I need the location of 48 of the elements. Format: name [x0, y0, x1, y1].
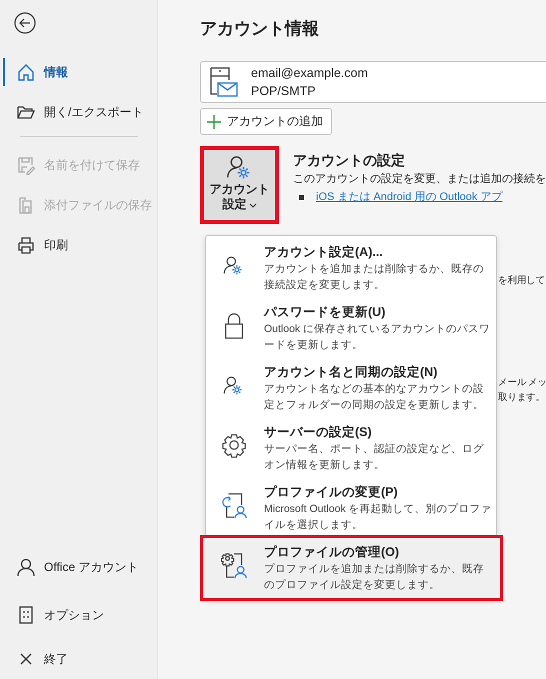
menu-item[interactable]: サーバーの設定(S) サーバー名、ポート、認証の設定など、ログオン情報を更新します。: [206, 418, 496, 478]
printer-icon: [16, 235, 36, 255]
partial-text: メール メッ: [498, 376, 546, 390]
section-description: このアカウントの設定を変更、または追加の接続を: [293, 172, 546, 187]
account-card[interactable]: email@example.com POP/SMTP: [200, 61, 546, 103]
sidebar-item[interactable]: 終了: [0, 639, 157, 679]
menu-item-description: Outlook に保存されているアカウントのパスワードを更新します。: [264, 322, 492, 353]
account-settings-button[interactable]: アカウント設定: [200, 146, 279, 224]
profile-gear-icon: [221, 551, 249, 581]
mailbox-icon: [209, 66, 239, 98]
gear-icon: [221, 431, 249, 461]
menu-item-title: アカウント設定(A)...: [264, 244, 384, 261]
menu-item[interactable]: パスワードを更新(U) Outlook に保存されているアカウントのパスワードを更新します。: [206, 298, 496, 358]
sidebar-item[interactable]: 情報: [0, 52, 157, 92]
sidebar-item[interactable]: Office アカウント: [0, 543, 157, 591]
menu-item-title: アカウント名と同期の設定(N): [264, 364, 438, 381]
app-link[interactable]: iOS または Android 用の Outlook アプ: [316, 188, 502, 206]
menu-item-title: サーバーの設定(S): [264, 424, 373, 441]
menu-item-description: プロファイルを追加または削除するか、既存のプロファイル設定を変更します。: [264, 562, 485, 593]
menu-item-description: アカウントを追加または削除するか、既存の接続設定を変更します。: [264, 262, 485, 293]
page-title: アカウント情報: [200, 18, 320, 40]
save-as-icon: [16, 155, 36, 175]
partial-text: 取ります。: [498, 391, 546, 405]
menu-item-description: サーバー名、ポート、認証の設定など、ログオン情報を更新します。: [264, 442, 485, 473]
sidebar-item[interactable]: オプション: [0, 591, 157, 639]
menu-item-description: アカウント名などの基本的なアカウントの設定とフォルダーの同期の設定を更新します。: [264, 382, 485, 413]
profile-switch-icon: [221, 491, 249, 521]
menu-item[interactable]: プロファイルの変更(P) Microsoft Outlook を再起動して、別のプロファイルを選択します。: [206, 478, 496, 538]
person-icon: [16, 557, 36, 577]
account-email: email@example.com: [251, 65, 368, 82]
home-icon: [16, 62, 36, 82]
menu-item-title: プロファイルの変更(P): [264, 484, 399, 501]
sidebar-item[interactable]: 開く/エクスポート: [0, 92, 157, 132]
menu-item-description: Microsoft Outlook を再起動して、別のプロファイルを選択します。: [264, 502, 492, 533]
partial-text: を利用して: [498, 274, 546, 288]
section-heading: アカウントの設定: [293, 151, 406, 170]
menu-item[interactable]: アカウント名と同期の設定(N) アカウント名などの基本的なアカウントの設定とフォルダーの同期の設定を更新します。: [206, 358, 496, 418]
plus-icon: [207, 114, 221, 128]
back-icon[interactable]: [14, 12, 36, 34]
account-type: POP/SMTP: [251, 83, 317, 100]
bullet-icon: [299, 194, 304, 200]
menu-item-title: プロファイルの管理(O): [264, 544, 400, 561]
sidebar-item[interactable]: 印刷: [0, 225, 157, 265]
menu-item[interactable]: アカウント設定(A)... アカウントを追加または削除するか、既存の接続設定を変更します。: [206, 238, 496, 298]
menu-item-title: パスワードを更新(U): [264, 304, 386, 321]
add-account-button[interactable]: アカウントの追加: [200, 108, 332, 135]
menu-item[interactable]: プロファイルの管理(O) プロファイルを追加または削除するか、既存のプロファイル設定を変更します。: [203, 538, 500, 598]
chevron-down-icon: [248, 200, 256, 209]
